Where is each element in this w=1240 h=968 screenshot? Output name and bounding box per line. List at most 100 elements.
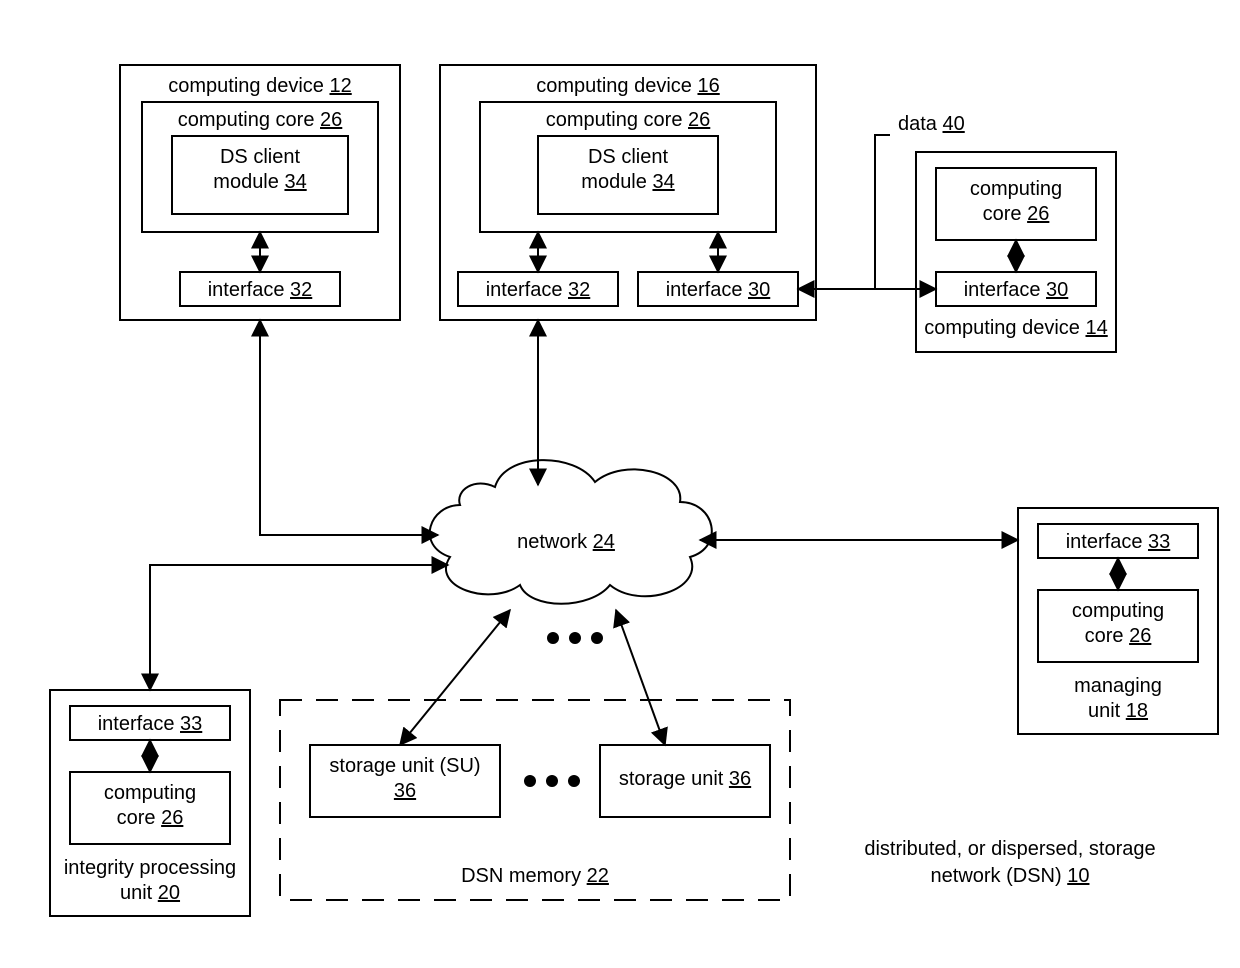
d16-if32-title: interface — [486, 279, 563, 301]
interface-33-integrity: interface 33 — [70, 706, 230, 740]
managing-unit: interface 33 computing core 26 managing … — [1018, 508, 1218, 734]
intg-title: integrity processing — [64, 857, 236, 879]
d14-core-num: 26 — [1027, 203, 1049, 225]
intg-num: 20 — [158, 882, 180, 904]
integrity-processing-unit: interface 33 computing core 26 integrity… — [50, 690, 250, 916]
data-title: data — [898, 113, 938, 135]
svg-text:interface 30: interface 30 — [666, 279, 771, 301]
svg-text:module 34: module 34 — [581, 171, 674, 193]
ellipsis-icon-cloud — [547, 632, 603, 644]
d12-client-t2: module — [213, 171, 279, 193]
svg-text:unit 18: unit 18 — [1088, 700, 1148, 722]
d16-if32-num: 32 — [568, 279, 590, 301]
svg-text:data 40: data 40 — [898, 113, 965, 135]
d16-client-t2: module — [581, 171, 647, 193]
d14-iface-title: interface — [964, 279, 1041, 301]
svg-text:interface 30: interface 30 — [964, 279, 1069, 301]
overall-label: distributed, or dispersed, storage netwo… — [864, 838, 1155, 887]
computing-device-12: computing device 12 computing core 26 DS… — [120, 65, 400, 320]
svg-text:core 26: core 26 — [1085, 625, 1152, 647]
mng-core-t1: computing — [1072, 600, 1164, 622]
overall-l1: distributed, or dispersed, storage — [864, 838, 1155, 860]
su1-num: 36 — [394, 780, 416, 802]
computing-core-26-managing: computing core 26 — [1038, 590, 1198, 662]
svg-text:computing core 26: computing core 26 — [546, 109, 711, 131]
svg-text:core 26: core 26 — [117, 807, 184, 829]
interface-33-managing: interface 33 — [1038, 524, 1198, 558]
svg-text:interface 32: interface 32 — [208, 279, 313, 301]
network-cloud: network 24 — [430, 460, 712, 604]
overall-l2: network (DSN) — [931, 865, 1062, 887]
svg-text:network (DSN) 10: network (DSN) 10 — [931, 865, 1090, 887]
network-num: 24 — [593, 531, 615, 553]
d12-client-t1: DS client — [220, 146, 300, 168]
device14-title: computing device — [924, 317, 1080, 339]
interface-32-d16: interface 32 — [458, 272, 618, 306]
d12-client-num: 34 — [284, 171, 306, 193]
storage-unit-2: storage unit 36 — [600, 745, 770, 817]
d16-if30-title: interface — [666, 279, 743, 301]
intg-title2: unit — [120, 882, 153, 904]
su2-title: storage unit — [619, 768, 724, 790]
svg-text:computing device 14: computing device 14 — [924, 317, 1107, 339]
d12-iface-title: interface — [208, 279, 285, 301]
device16-title: computing device — [536, 75, 692, 97]
overall-num: 10 — [1067, 865, 1089, 887]
ellipsis-icon-su — [524, 775, 580, 787]
mng-title: managing — [1074, 675, 1162, 697]
svg-text:DSN memory 22: DSN memory 22 — [461, 865, 609, 887]
mng-core-num: 26 — [1129, 625, 1151, 647]
svg-text:computing device 16: computing device 16 — [536, 75, 719, 97]
svg-text:module 34: module 34 — [213, 171, 306, 193]
su2-network-link — [616, 610, 665, 745]
d14-core-t1: computing — [970, 178, 1062, 200]
su1-title: storage unit (SU) — [329, 755, 480, 777]
computing-device-16: computing device 16 computing core 26 DS… — [440, 65, 816, 320]
d12-core-title: computing core — [178, 109, 315, 131]
svg-text:core 26: core 26 — [983, 203, 1050, 225]
dsnmem-title: DSN memory — [461, 865, 581, 887]
d16-core-title: computing core — [546, 109, 683, 131]
intg-iface-num: 33 — [180, 713, 202, 735]
storage-unit-1: storage unit (SU) 36 — [310, 745, 500, 817]
d16-client-num: 34 — [652, 171, 674, 193]
computing-core-26-d14: computing core 26 — [936, 168, 1096, 240]
su2-num: 36 — [729, 768, 751, 790]
dsnmem-num: 22 — [587, 865, 609, 887]
interface-30-d14: interface 30 — [936, 272, 1096, 306]
computing-core-26-integrity: computing core 26 — [70, 772, 230, 844]
data-leader — [875, 135, 890, 289]
d16-if30-num: 30 — [748, 279, 770, 301]
svg-text:network 24: network 24 — [517, 531, 615, 553]
mng-iface-title: interface — [1066, 531, 1143, 553]
network-title: network — [517, 531, 588, 553]
svg-text:interface 33: interface 33 — [98, 713, 203, 735]
svg-text:storage unit 36: storage unit 36 — [619, 768, 751, 790]
computing-core-26-d16: computing core 26 DS client module 34 — [480, 102, 776, 232]
mng-num: 18 — [1126, 700, 1148, 722]
su1-network-link — [400, 610, 510, 745]
d14-core-t2: core — [983, 203, 1022, 225]
svg-text:interface 33: interface 33 — [1066, 531, 1171, 553]
svg-text:unit 20: unit 20 — [120, 882, 180, 904]
d12-network-link — [260, 320, 438, 535]
dsn-memory: storage unit (SU) 36 storage unit 36 DSN… — [280, 700, 790, 900]
integrity-network-link — [150, 565, 448, 690]
d14-iface-num: 30 — [1046, 279, 1068, 301]
svg-text:interface 32: interface 32 — [486, 279, 591, 301]
intg-iface-title: interface — [98, 713, 175, 735]
interface-30-d16: interface 30 — [638, 272, 798, 306]
d12-iface-num: 32 — [290, 279, 312, 301]
device12-num: 12 — [329, 75, 351, 97]
mng-iface-num: 33 — [1148, 531, 1170, 553]
mng-core-t2: core — [1085, 625, 1124, 647]
device14-num: 14 — [1085, 317, 1107, 339]
interface-32-d12: interface 32 — [180, 272, 340, 306]
mng-title2: unit — [1088, 700, 1121, 722]
d12-core-num: 26 — [320, 109, 342, 131]
d16-core-num: 26 — [688, 109, 710, 131]
d16-client-t1: DS client — [588, 146, 668, 168]
computing-core-26-d12: computing core 26 DS client module 34 — [142, 102, 378, 232]
svg-text:computing device 12: computing device 12 — [168, 75, 351, 97]
ds-client-module-d16: DS client module 34 — [538, 136, 718, 214]
